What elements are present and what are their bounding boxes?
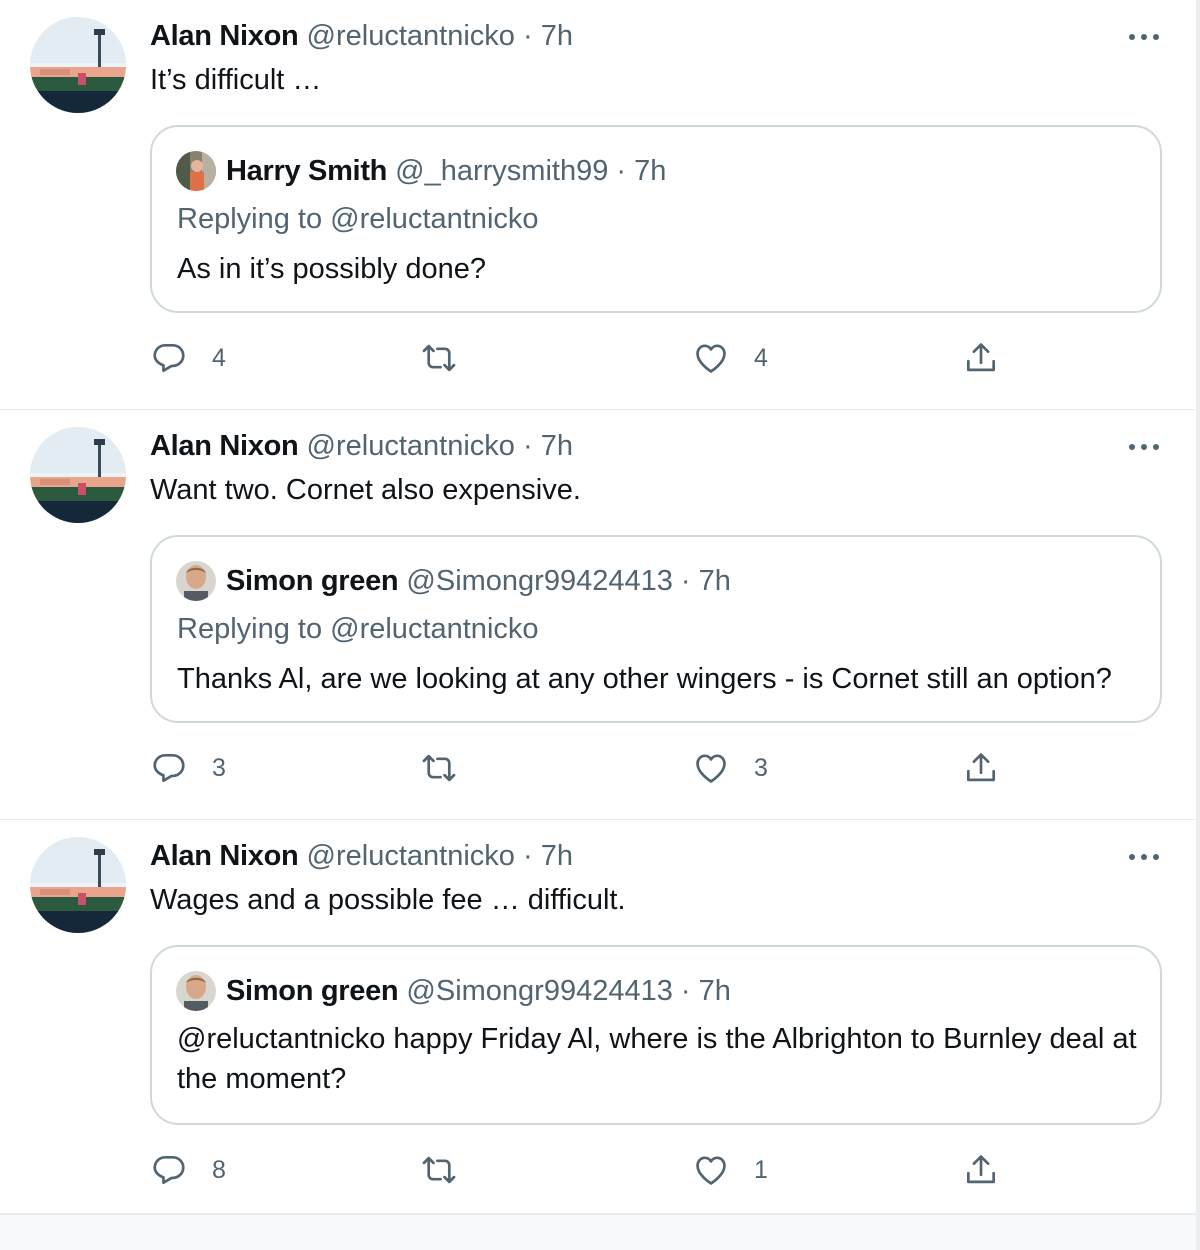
retweet-icon bbox=[422, 754, 456, 782]
quoted-tweet[interactable]: Harry Smith @_harrysmith99 · 7h Replying… bbox=[150, 125, 1162, 313]
quote-timestamp: 7h bbox=[698, 565, 731, 597]
tweet-text: Wages and a possible fee … difficult. bbox=[150, 884, 626, 916]
heart-icon bbox=[696, 1156, 726, 1185]
tweet[interactable]: Alan Nixon @reluctantnicko · 7h Want two… bbox=[0, 410, 1196, 820]
tweet[interactable]: Alan Nixon @reluctantnicko · 7h It’s dif… bbox=[0, 0, 1196, 410]
heart-icon bbox=[696, 754, 726, 783]
tweet-header: Alan Nixon @reluctantnicko · 7h bbox=[150, 18, 573, 54]
like-button[interactable]: 4 bbox=[692, 338, 768, 378]
separator: · bbox=[680, 565, 691, 597]
timestamp[interactable]: 7h bbox=[541, 20, 573, 52]
tweet-text: It’s difficult … bbox=[150, 64, 322, 96]
like-button[interactable]: 3 bbox=[692, 748, 768, 788]
tweet-header: Alan Nixon @reluctantnicko · 7h bbox=[150, 838, 573, 874]
reply-icon bbox=[153, 753, 185, 783]
reply-button[interactable]: 8 bbox=[150, 1150, 226, 1190]
author-name[interactable]: Alan Nixon bbox=[150, 20, 299, 52]
reply-icon bbox=[153, 1155, 185, 1185]
timeline-footer bbox=[0, 1214, 1196, 1250]
quote-text: Thanks Al, are we looking at any other w… bbox=[177, 663, 1112, 695]
quote-author-name: Simon green bbox=[226, 975, 399, 1007]
like-button[interactable]: 1 bbox=[692, 1150, 768, 1190]
timestamp[interactable]: 7h bbox=[541, 840, 573, 872]
share-button[interactable] bbox=[962, 1150, 1000, 1190]
separator: · bbox=[680, 975, 691, 1007]
like-count: 3 bbox=[754, 753, 768, 782]
more-icon[interactable] bbox=[1124, 438, 1164, 458]
separator: · bbox=[522, 840, 533, 872]
share-button[interactable] bbox=[962, 748, 1000, 788]
quoted-tweet[interactable]: Simon green @Simongr99424413 · 7h @reluc… bbox=[150, 945, 1162, 1125]
author-name[interactable]: Alan Nixon bbox=[150, 430, 299, 462]
quote-author-handle: @Simongr99424413 bbox=[406, 565, 673, 597]
quote-text: As in it’s possibly done? bbox=[177, 253, 486, 285]
author-handle[interactable]: @reluctantnicko bbox=[307, 430, 515, 462]
heart-icon bbox=[696, 344, 726, 373]
author-name[interactable]: Alan Nixon bbox=[150, 840, 299, 872]
retweet-button[interactable] bbox=[420, 748, 482, 788]
quote-avatar bbox=[176, 151, 216, 191]
reply-count: 4 bbox=[212, 343, 226, 372]
quote-header: Harry Smith @_harrysmith99 · 7h bbox=[226, 153, 666, 189]
avatar[interactable] bbox=[30, 427, 126, 523]
quote-avatar bbox=[176, 971, 216, 1011]
separator: · bbox=[522, 430, 533, 462]
like-count: 4 bbox=[754, 343, 768, 372]
avatar[interactable] bbox=[30, 837, 126, 933]
reply-button[interactable]: 3 bbox=[150, 748, 226, 788]
more-icon[interactable] bbox=[1124, 848, 1164, 868]
share-icon bbox=[966, 1155, 996, 1184]
author-handle[interactable]: @reluctantnicko bbox=[307, 840, 515, 872]
tweet[interactable]: Alan Nixon @reluctantnicko · 7h Wages an… bbox=[0, 820, 1196, 1214]
separator: · bbox=[616, 155, 627, 187]
tweet-header: Alan Nixon @reluctantnicko · 7h bbox=[150, 428, 573, 464]
quote-timestamp: 7h bbox=[634, 155, 667, 187]
quote-header: Simon green @Simongr99424413 · 7h bbox=[226, 563, 731, 599]
quoted-tweet[interactable]: Simon green @Simongr99424413 · 7h Replyi… bbox=[150, 535, 1162, 723]
quote-author-handle: @_harrysmith99 bbox=[395, 155, 609, 187]
column-border bbox=[1196, 0, 1200, 1250]
separator: · bbox=[522, 20, 533, 52]
tweet-actions: 3 3 bbox=[150, 748, 1050, 788]
tweet-text: Want two. Cornet also expensive. bbox=[150, 474, 581, 506]
reply-icon bbox=[153, 343, 185, 373]
reply-count: 3 bbox=[212, 753, 226, 782]
share-button[interactable] bbox=[962, 338, 1000, 378]
avatar[interactable] bbox=[30, 17, 126, 113]
quote-timestamp: 7h bbox=[698, 975, 731, 1007]
replying-to: Replying to @reluctantnicko bbox=[177, 203, 539, 235]
retweet-button[interactable] bbox=[420, 1150, 482, 1190]
share-icon bbox=[966, 753, 996, 782]
quote-header: Simon green @Simongr99424413 · 7h bbox=[226, 973, 731, 1009]
retweet-button[interactable] bbox=[420, 338, 482, 378]
quote-text: @reluctantnicko happy Friday Al, where i… bbox=[177, 1023, 1137, 1095]
more-icon[interactable] bbox=[1124, 28, 1164, 48]
quote-author-handle: @Simongr99424413 bbox=[406, 975, 673, 1007]
share-icon bbox=[966, 343, 996, 372]
retweet-icon bbox=[422, 1156, 456, 1184]
author-handle[interactable]: @reluctantnicko bbox=[307, 20, 515, 52]
quote-author-name: Harry Smith bbox=[226, 155, 388, 187]
quote-avatar bbox=[176, 561, 216, 601]
reply-button[interactable]: 4 bbox=[150, 338, 226, 378]
quote-author-name: Simon green bbox=[226, 565, 399, 597]
reply-count: 8 bbox=[212, 1155, 226, 1184]
like-count: 1 bbox=[754, 1155, 768, 1184]
retweet-icon bbox=[422, 344, 456, 372]
timestamp[interactable]: 7h bbox=[541, 430, 573, 462]
tweet-actions: 4 4 bbox=[150, 338, 1050, 378]
replying-to: Replying to @reluctantnicko bbox=[177, 613, 539, 645]
tweet-actions: 8 1 bbox=[150, 1150, 1050, 1190]
